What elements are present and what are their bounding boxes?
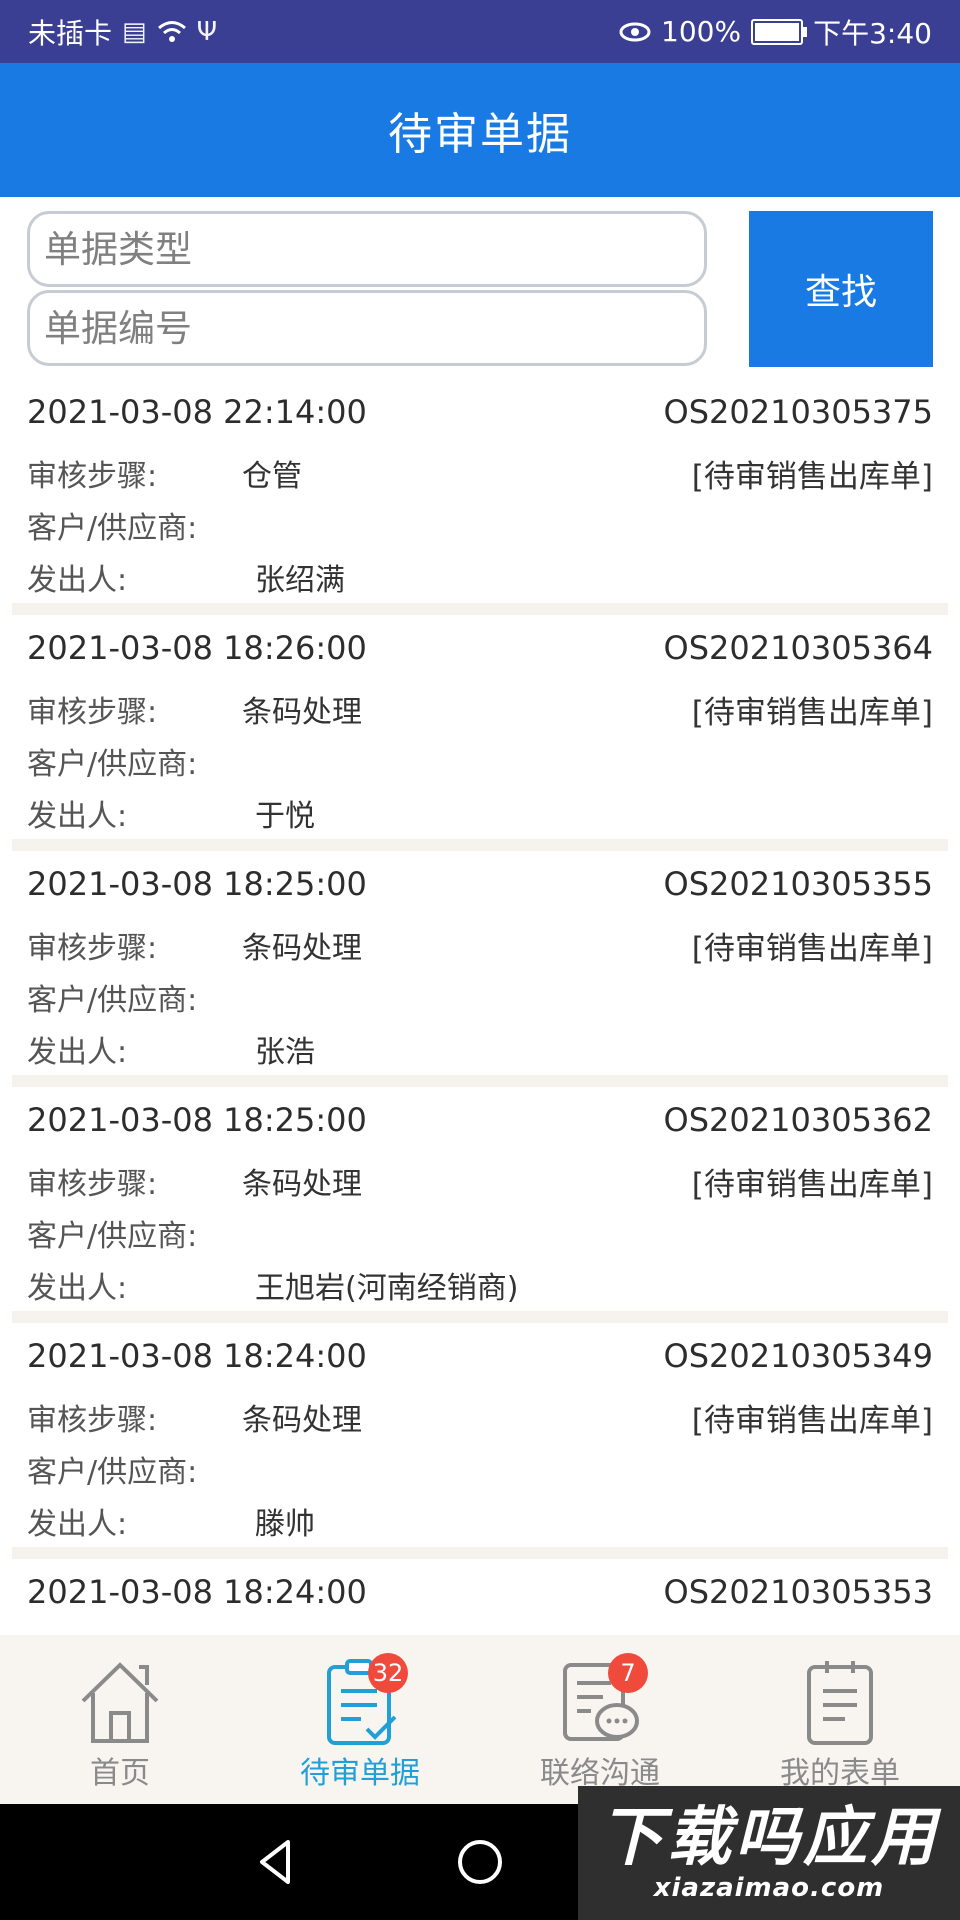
- sim-icon: ▤: [122, 16, 147, 47]
- tab-communication[interactable]: 7 联络沟通: [480, 1635, 720, 1804]
- list-item[interactable]: 2021-03-08 18:24:00 OS20210305349 审核步骤: …: [12, 1323, 948, 1547]
- customer-label: 客户/供应商:: [27, 747, 198, 782]
- search-panel: 查找: [0, 197, 960, 379]
- customer-label: 客户/供应商:: [27, 1455, 198, 1490]
- battery-percent: 100%: [661, 15, 742, 48]
- step-label: 审核步骤:: [27, 1403, 158, 1438]
- document-number-input[interactable]: [27, 290, 707, 366]
- sender-value: 王旭岩(河南经销商): [255, 1271, 519, 1306]
- record-datetime: 2021-03-08 18:25:00: [27, 865, 367, 903]
- tab-my-forms[interactable]: 我的表单: [720, 1635, 960, 1804]
- record-number: OS20210305349: [663, 1337, 933, 1375]
- list-item[interactable]: 2021-03-08 22:14:00 OS20210305375 审核步骤: …: [12, 379, 948, 603]
- sender-value: 张绍满: [255, 563, 345, 598]
- record-datetime: 2021-03-08 18:24:00: [27, 1573, 367, 1611]
- sender-value: 张浩: [255, 1035, 315, 1070]
- customer-label: 客户/供应商:: [27, 511, 198, 546]
- step-label: 审核步骤:: [27, 1167, 158, 1202]
- usb-icon: Ψ: [196, 16, 218, 47]
- divider: [12, 1547, 948, 1559]
- step-label: 审核步骤:: [27, 695, 158, 730]
- document-type-input[interactable]: [27, 211, 707, 287]
- search-button[interactable]: 查找: [749, 211, 933, 367]
- sender-label: 发出人:: [27, 799, 128, 834]
- step-value: 条码处理: [242, 931, 362, 966]
- sender-value: 滕帅: [255, 1507, 315, 1542]
- record-datetime: 2021-03-08 18:24:00: [27, 1337, 367, 1375]
- document-type: [待审销售出库单]: [691, 1403, 933, 1439]
- carrier-text: 未插卡: [28, 16, 113, 50]
- page-title-bar: 待审单据: [0, 63, 960, 197]
- record-datetime: 2021-03-08 18:26:00: [27, 629, 367, 667]
- record-number: OS20210305375: [663, 393, 933, 431]
- message-count-badge: 7: [608, 1653, 648, 1693]
- tab-label: 首页: [90, 1756, 150, 1791]
- divider: [12, 1311, 948, 1323]
- record-datetime: 2021-03-08 22:14:00: [27, 393, 367, 431]
- divider: [12, 603, 948, 615]
- sender-label: 发出人:: [27, 1507, 128, 1542]
- tab-home[interactable]: 首页: [0, 1635, 240, 1804]
- list-item[interactable]: 2021-03-08 18:25:00 OS20210305362 审核步骤: …: [12, 1087, 948, 1311]
- step-label: 审核步骤:: [27, 459, 158, 494]
- step-value: 条码处理: [242, 1167, 362, 1202]
- sender-label: 发出人:: [27, 1271, 128, 1306]
- sender-label: 发出人:: [27, 1035, 128, 1070]
- list-item[interactable]: 2021-03-08 18:25:00 OS20210305355 审核步骤: …: [12, 851, 948, 1075]
- battery-icon: [751, 18, 808, 45]
- document-type: [待审销售出库单]: [691, 1167, 933, 1203]
- customer-label: 客户/供应商:: [27, 1219, 198, 1254]
- step-value: 条码处理: [242, 1403, 362, 1438]
- status-bar: 未插卡 ▤ Ψ 100% 下午3:40: [0, 0, 960, 63]
- step-value: 仓管: [242, 459, 302, 494]
- sender-label: 发出人:: [27, 563, 128, 598]
- home-icon: [81, 1662, 159, 1743]
- pending-documents-list: 2021-03-08 22:14:00 OS20210305375 审核步骤: …: [0, 379, 960, 1635]
- document-type: [待审销售出库单]: [691, 459, 933, 495]
- record-datetime: 2021-03-08 18:25:00: [27, 1101, 367, 1139]
- step-value: 条码处理: [242, 695, 362, 730]
- watermark-url: xiazaimao.com: [653, 1873, 885, 1903]
- wifi-icon: [157, 20, 186, 42]
- document-type: [待审销售出库单]: [691, 695, 933, 731]
- list-item[interactable]: 2021-03-08 18:26:00 OS20210305364 审核步骤: …: [12, 615, 948, 839]
- tab-pending-documents[interactable]: 32 待审单据: [240, 1635, 480, 1804]
- record-number: OS20210305353: [663, 1573, 933, 1611]
- document-type: [待审销售出库单]: [691, 931, 933, 967]
- divider: [12, 1075, 948, 1087]
- home-circle-icon[interactable]: [452, 1834, 508, 1890]
- sender-value: 于悦: [255, 799, 315, 834]
- record-number: OS20210305355: [663, 865, 933, 903]
- page-title: 待审单据: [388, 109, 572, 160]
- customer-label: 客户/供应商:: [27, 983, 198, 1018]
- pending-count-badge: 32: [368, 1653, 408, 1693]
- record-number: OS20210305362: [663, 1101, 933, 1139]
- divider: [12, 839, 948, 851]
- watermark: 下载吗应用 xiazaimao.com: [578, 1786, 960, 1920]
- watermark-title: 下载吗应用: [599, 1801, 939, 1875]
- bottom-tab-bar: 首页 32 待审单据 7 联络沟通 我的表单: [0, 1635, 960, 1804]
- back-icon[interactable]: [248, 1834, 304, 1890]
- tab-label: 待审单据: [300, 1756, 420, 1791]
- record-number: OS20210305364: [663, 629, 933, 667]
- step-label: 审核步骤:: [27, 931, 158, 966]
- eye-icon: [619, 22, 651, 41]
- list-item[interactable]: 2021-03-08 18:24:00 OS20210305353: [12, 1559, 948, 1635]
- form-list-icon: [807, 1661, 873, 1745]
- clock: 下午3:40: [813, 16, 932, 50]
